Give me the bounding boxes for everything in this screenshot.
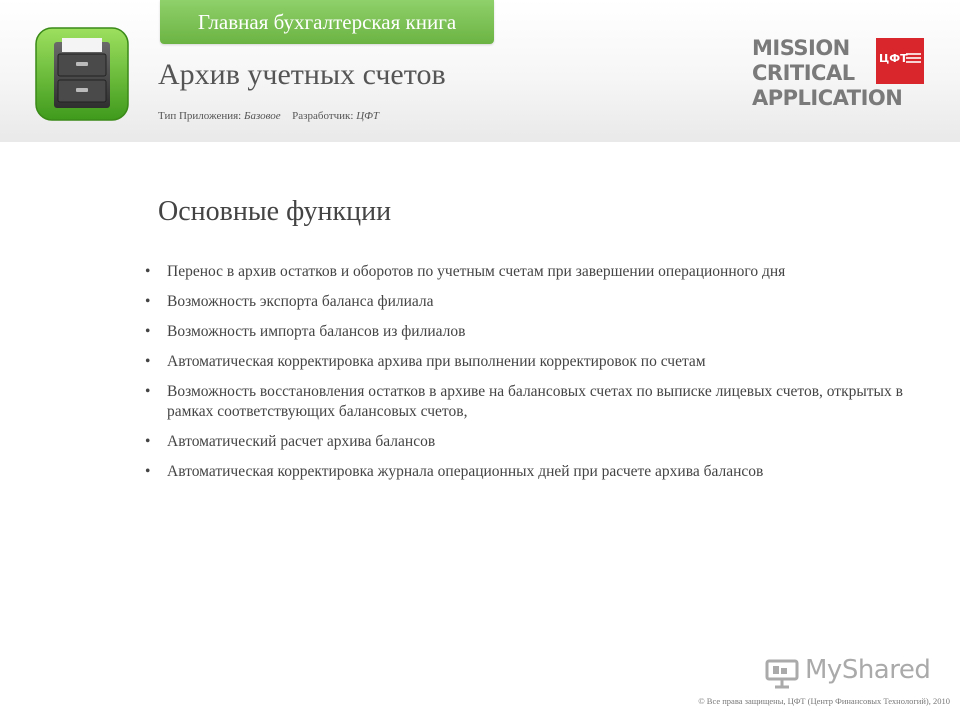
bullet-icon: • [145, 323, 151, 340]
bullet-icon: • [145, 463, 151, 480]
file-cabinet-icon [35, 27, 129, 121]
developer-label: Разработчик: [292, 110, 354, 122]
app-meta: Тип Приложения: Базовое Разработчик: ЦФТ [158, 110, 379, 122]
list-item: • Возможность экспорта баланса филиала [145, 293, 434, 310]
brand-block: MISSION CRITICAL APPLICATION ЦФТ [752, 36, 927, 116]
cft-logo-abbr: ЦФТ [879, 52, 908, 65]
bullet-icon: • [145, 353, 151, 370]
watermark-text: MyShared [805, 655, 931, 685]
list-item: • Автоматический расчет архива балансов [145, 433, 436, 450]
bullet-icon: • [145, 293, 151, 310]
bullet-icon: • [145, 433, 151, 450]
list-item: • Автоматическая корректировка архива при… [145, 353, 706, 370]
list-item: • Возможность восстановления остатков в а… [145, 383, 903, 420]
bullet-icon: • [145, 263, 151, 280]
cft-logo-lines-icon [906, 53, 921, 67]
category-tab[interactable]: Главная бухгалтерская книга [160, 0, 494, 44]
list-item: • Автоматическая корректировка журнала оп… [145, 463, 764, 480]
cft-logo: ЦФТ [876, 38, 924, 84]
projector-icon [765, 659, 799, 689]
feature-list: • Перенос в архив остатков и оборотов по … [145, 262, 935, 492]
section-heading: Основные функции [158, 196, 392, 227]
type-label: Тип Приложения: [158, 110, 242, 122]
developer-value: ЦФТ [356, 110, 379, 122]
app-title: Архив учетных счетов [158, 58, 446, 91]
bullet-icon: • [145, 383, 151, 400]
brand-line-3: APPLICATION [752, 86, 903, 110]
list-item: • Перенос в архив остатков и оборотов по … [145, 263, 786, 280]
footer-copyright: © Все права защищены, ЦФТ (Центр Финансо… [698, 696, 950, 706]
watermark[interactable]: MyShared [765, 655, 935, 691]
type-value: Базовое [244, 110, 281, 122]
list-item: • Возможность импорта балансов из филиало… [145, 323, 466, 340]
